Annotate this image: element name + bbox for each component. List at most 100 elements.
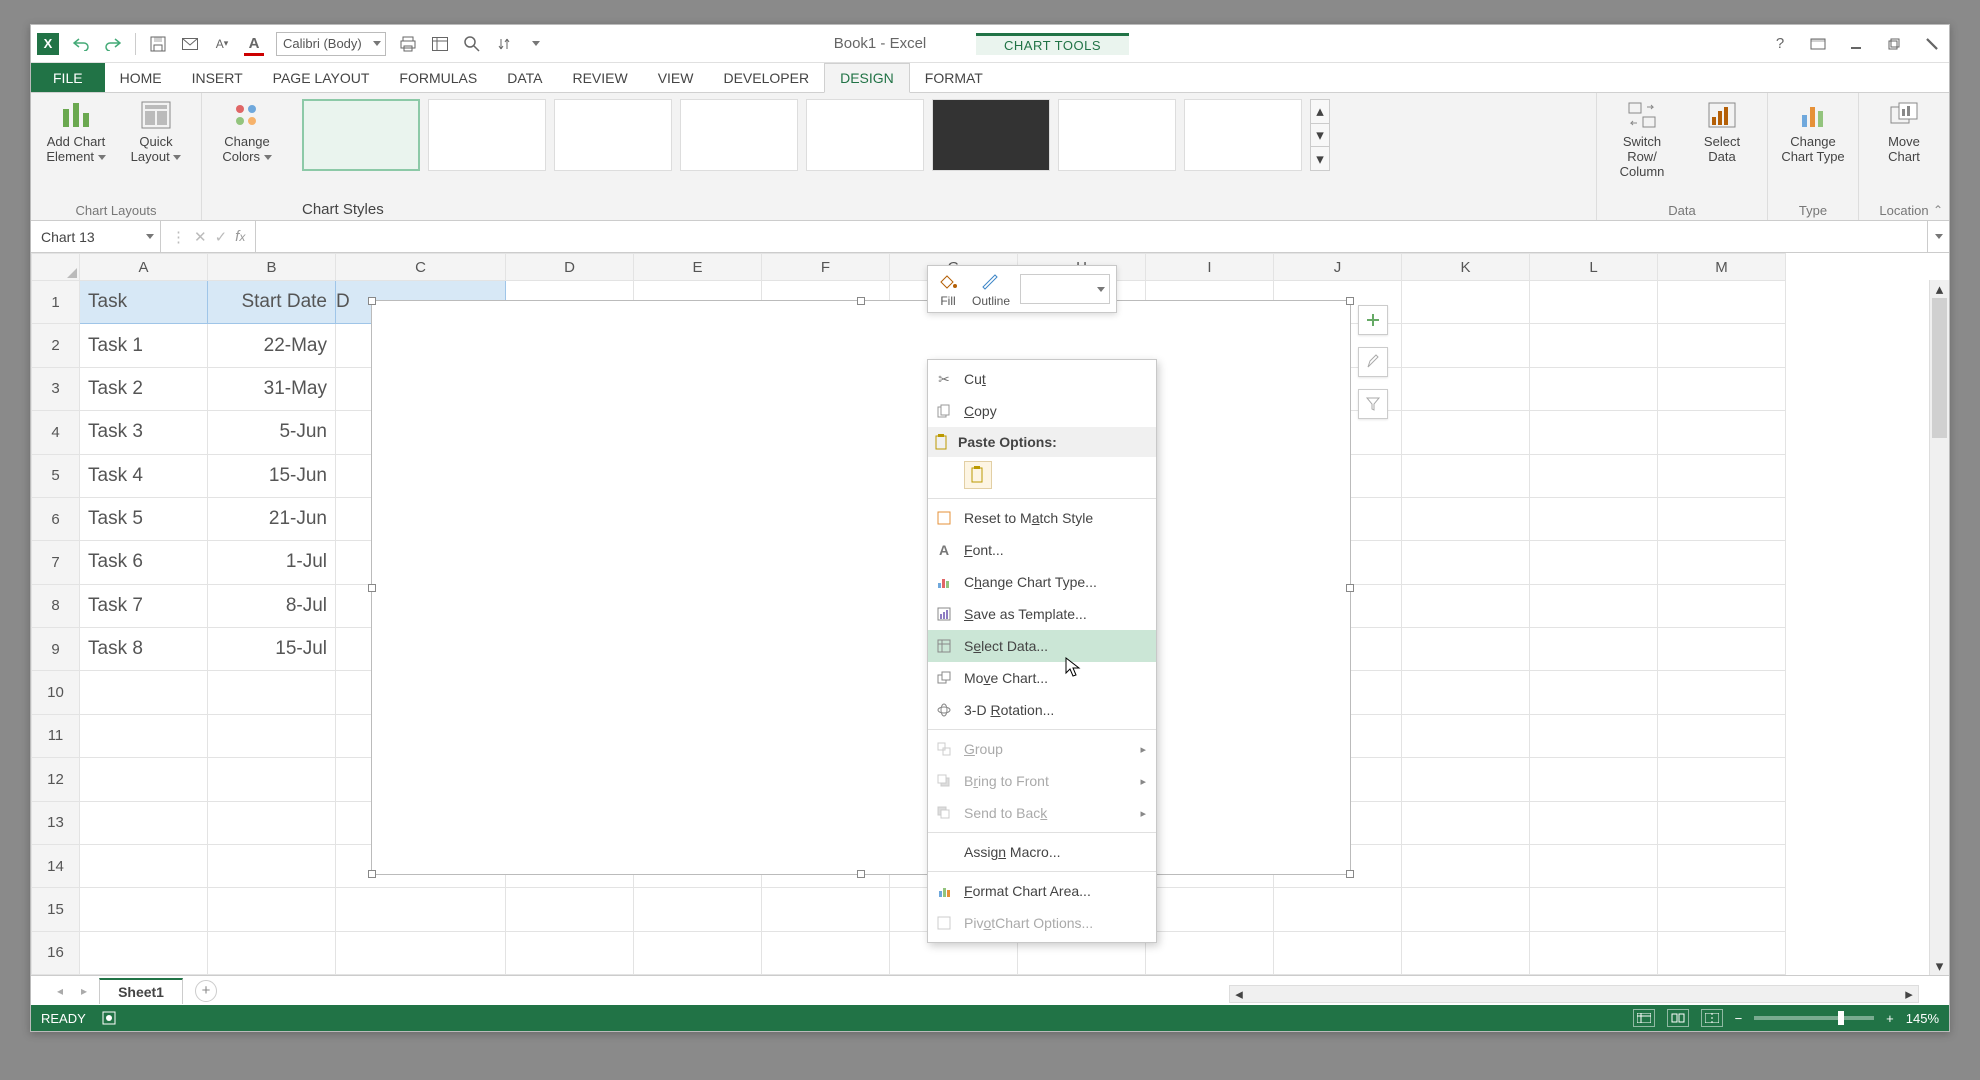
- tab-data[interactable]: DATA: [492, 63, 557, 92]
- cell[interactable]: [208, 888, 336, 931]
- cell[interactable]: [506, 931, 634, 974]
- cell[interactable]: [1530, 714, 1658, 757]
- chart-styles-brush-button[interactable]: [1358, 347, 1388, 377]
- paste-option-default[interactable]: [964, 461, 992, 489]
- cell[interactable]: [1402, 628, 1530, 671]
- sheet-tab-sheet1[interactable]: Sheet1: [99, 978, 183, 1004]
- change-colors-button[interactable]: ChangeColors: [212, 99, 282, 165]
- cell[interactable]: [1530, 801, 1658, 844]
- column-header[interactable]: F: [762, 254, 890, 281]
- cell[interactable]: [1530, 367, 1658, 410]
- zoom-out-button[interactable]: −: [1735, 1011, 1743, 1026]
- horizontal-scrollbar[interactable]: ◂ ▸: [1229, 985, 1919, 1003]
- cell[interactable]: [1530, 888, 1658, 931]
- cell[interactable]: [208, 931, 336, 974]
- scroll-right-icon[interactable]: ▸: [1900, 985, 1918, 1003]
- cell[interactable]: [1658, 367, 1786, 410]
- column-header[interactable]: I: [1146, 254, 1274, 281]
- email-button[interactable]: [180, 34, 200, 54]
- cell[interactable]: [1402, 281, 1530, 324]
- cell[interactable]: 5-Jun: [208, 411, 336, 454]
- cell[interactable]: [1402, 888, 1530, 931]
- collapse-ribbon-button[interactable]: ⌃: [1933, 203, 1943, 217]
- cell[interactable]: [1658, 714, 1786, 757]
- enter-formula-button[interactable]: ✓: [215, 228, 228, 246]
- column-header[interactable]: A: [80, 254, 208, 281]
- menu-item-save-template[interactable]: Save as Template...: [928, 598, 1156, 630]
- tab-view[interactable]: VIEW: [643, 63, 709, 92]
- cell[interactable]: [1530, 411, 1658, 454]
- cancel-formula-button[interactable]: ✕: [194, 228, 207, 246]
- zoom-slider[interactable]: [1754, 1016, 1874, 1020]
- row-header[interactable]: 8: [32, 584, 80, 627]
- row-header[interactable]: 5: [32, 454, 80, 497]
- row-header[interactable]: 12: [32, 758, 80, 801]
- zoom-in-button[interactable]: +: [1886, 1011, 1894, 1026]
- chart-style-5[interactable]: [806, 99, 924, 171]
- cell[interactable]: Task 3: [80, 411, 208, 454]
- font-size-decrease-icon[interactable]: A▾: [212, 34, 232, 54]
- cell[interactable]: [80, 714, 208, 757]
- cell[interactable]: [1530, 584, 1658, 627]
- cell[interactable]: Task 1: [80, 324, 208, 367]
- menu-item-change-chart-type[interactable]: Change Chart Type...: [928, 566, 1156, 598]
- chart-style-2[interactable]: [428, 99, 546, 171]
- switch-row-column-button[interactable]: Switch Row/Column: [1607, 99, 1677, 180]
- scroll-down-icon[interactable]: ▾: [1311, 124, 1329, 148]
- column-header[interactable]: K: [1402, 254, 1530, 281]
- save-button[interactable]: [148, 34, 168, 54]
- row-header[interactable]: 10: [32, 671, 80, 714]
- row-header[interactable]: 13: [32, 801, 80, 844]
- qat-customize-button[interactable]: [526, 34, 546, 54]
- gallery-more-icon[interactable]: ▾: [1311, 147, 1329, 170]
- redo-button[interactable]: [103, 34, 123, 54]
- view-normal-button[interactable]: [1633, 1009, 1655, 1027]
- cell[interactable]: [1402, 714, 1530, 757]
- cell[interactable]: [1530, 758, 1658, 801]
- row-header[interactable]: 7: [32, 541, 80, 584]
- cell[interactable]: [208, 801, 336, 844]
- ribbon-display-button[interactable]: [1807, 33, 1829, 55]
- row-header[interactable]: 9: [32, 628, 80, 671]
- cell[interactable]: [80, 844, 208, 887]
- cell[interactable]: [1402, 671, 1530, 714]
- cell[interactable]: [208, 671, 336, 714]
- column-header[interactable]: B: [208, 254, 336, 281]
- tab-design[interactable]: DESIGN: [824, 63, 910, 93]
- cell[interactable]: [1658, 931, 1786, 974]
- menu-item-reset-style[interactable]: Reset to Match Style: [928, 502, 1156, 534]
- cell[interactable]: Task 4: [80, 454, 208, 497]
- menu-item-assign-macro[interactable]: Assign Macro...: [928, 836, 1156, 868]
- cell[interactable]: [1530, 628, 1658, 671]
- view-page-layout-button[interactable]: [1667, 1009, 1689, 1027]
- chart-style-4[interactable]: [680, 99, 798, 171]
- cell[interactable]: 15-Jul: [208, 628, 336, 671]
- sheet-nav-prev[interactable]: ◂: [51, 984, 69, 998]
- quick-print-button[interactable]: [398, 34, 418, 54]
- tab-review[interactable]: REVIEW: [557, 63, 642, 92]
- cell[interactable]: [1146, 931, 1274, 974]
- row-header[interactable]: 14: [32, 844, 80, 887]
- cell[interactable]: [634, 888, 762, 931]
- column-header[interactable]: M: [1658, 254, 1786, 281]
- cell[interactable]: [1402, 584, 1530, 627]
- cell[interactable]: [1402, 411, 1530, 454]
- cell[interactable]: [1274, 931, 1402, 974]
- menu-item-cut[interactable]: ✂Cut: [928, 363, 1156, 395]
- cell[interactable]: 21-Jun: [208, 497, 336, 540]
- column-header[interactable]: E: [634, 254, 762, 281]
- macro-record-icon[interactable]: [102, 1011, 116, 1025]
- cell[interactable]: [1658, 628, 1786, 671]
- cell[interactable]: [80, 758, 208, 801]
- chart-styles-scroll[interactable]: ▴ ▾ ▾: [1310, 99, 1330, 171]
- cell[interactable]: [1658, 541, 1786, 584]
- chart-style-7[interactable]: [1058, 99, 1176, 171]
- chart-style-6[interactable]: [932, 99, 1050, 171]
- column-header[interactable]: D: [506, 254, 634, 281]
- menu-item-format-chart-area[interactable]: Format Chart Area...: [928, 875, 1156, 907]
- select-data-button[interactable]: SelectData: [1687, 99, 1757, 165]
- scroll-up-icon[interactable]: ▴: [1930, 280, 1949, 298]
- menu-item-copy[interactable]: Copy: [928, 395, 1156, 427]
- cell[interactable]: [1658, 411, 1786, 454]
- mini-outline-button[interactable]: Outline: [972, 270, 1010, 308]
